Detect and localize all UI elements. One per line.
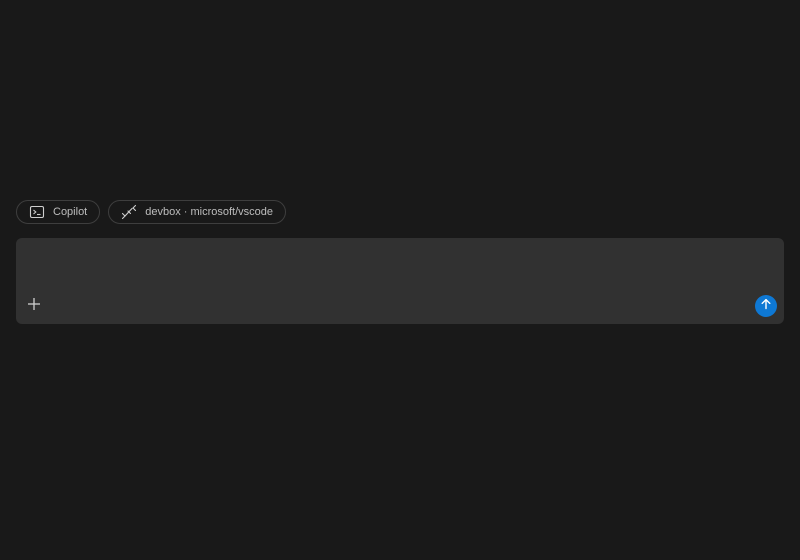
context-chip-row: Copilot devbox · microsoft/vscode — [16, 200, 287, 224]
add-context-button[interactable] — [24, 296, 44, 316]
workspace-chip-label: devbox · microsoft/vscode — [145, 206, 274, 218]
chat-start-view: Copilot devbox · microsoft/vscode — [0, 0, 800, 560]
agent-chip[interactable]: Copilot — [16, 200, 101, 224]
agent-chip-label: Copilot — [53, 206, 88, 218]
send-button[interactable] — [755, 295, 777, 317]
chat-input[interactable] — [26, 246, 776, 294]
terminal-icon — [29, 204, 45, 220]
remote-connection-icon — [121, 204, 137, 220]
plus-icon — [27, 297, 41, 316]
workspace-chip[interactable]: devbox · microsoft/vscode — [108, 200, 287, 224]
chat-composer — [16, 238, 784, 324]
arrow-up-icon — [760, 297, 772, 315]
